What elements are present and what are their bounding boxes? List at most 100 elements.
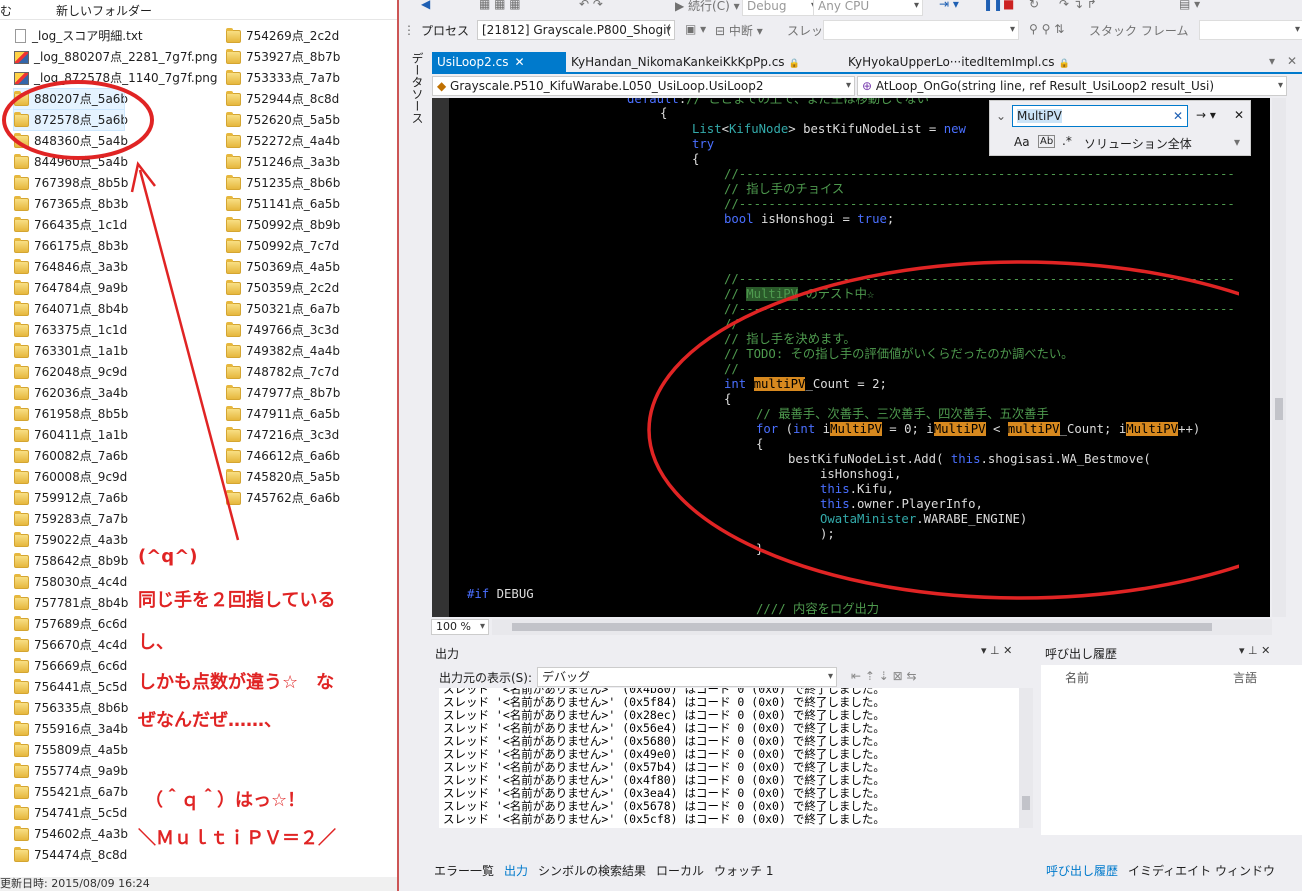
step-icon[interactable]: ⇥ ▾	[939, 0, 959, 11]
process-label: プロセス	[421, 24, 470, 38]
class-icon: ◆	[437, 79, 451, 93]
folder-icon	[14, 783, 29, 799]
close-icon[interactable]: ✕	[1287, 54, 1297, 68]
annotation-line: (^q^)	[138, 546, 198, 567]
new-folder-button[interactable]: 新しいフォルダー	[56, 2, 152, 19]
bottom-tab[interactable]: 呼び出し履歴	[1046, 862, 1118, 879]
suspend-button[interactable]: ⊟ 中断 ▾	[715, 22, 763, 39]
item-name: 754602点_4a3b	[34, 827, 129, 841]
platform-combo[interactable]: Any CPU	[813, 0, 923, 16]
code-editor[interactable]: default:// ここまでの上で、まだ王は移動してない { List<Kif…	[449, 98, 1270, 617]
lifecycle-icon[interactable]: ▣ ▾	[685, 22, 706, 36]
code-line: #if DEBUG	[467, 587, 534, 601]
stack-frame-combo[interactable]	[1199, 20, 1302, 40]
thread-combo[interactable]	[823, 20, 1019, 40]
namespace-label: Grayscale.P510_KifuWarabe.L050_UsiLoop.U…	[450, 79, 764, 93]
bottom-tab[interactable]: イミディエイト ウィンドウ	[1128, 862, 1275, 879]
scroll-thumb[interactable]	[1022, 796, 1030, 810]
close-icon[interactable]: ✕	[1234, 108, 1244, 122]
tab-underline	[432, 72, 1302, 74]
code-line: default:// ここまでの上で、まだ王は移動してない	[627, 98, 929, 106]
find-next-icon[interactable]: → ▾	[1196, 108, 1216, 122]
file-item[interactable]: _log_スコア明細.txt	[12, 26, 143, 46]
tab-usiloop2[interactable]: UsiLoop2.cs ✕	[432, 52, 566, 72]
namespace-nav-combo[interactable]: ◆ Grayscale.P510_KifuWarabe.L050_UsiLoop…	[432, 76, 855, 96]
back-icon[interactable]: ◀	[421, 0, 430, 11]
whole-word-icon[interactable]: Ab	[1038, 135, 1056, 148]
red-circle-annotation	[2, 80, 154, 160]
tab-kyhandan[interactable]: KyHandan_NikomaKankeiKkKpPp.cs 🔒	[566, 52, 800, 72]
zoom-combo[interactable]: 100 %	[431, 619, 489, 635]
bottom-tab[interactable]: ローカル	[656, 862, 704, 879]
bottom-tab[interactable]: エラー一覧	[434, 862, 494, 879]
pin-icon[interactable]: 🔒	[1058, 59, 1069, 69]
output-scrollbar[interactable]	[1019, 688, 1033, 828]
red-arrow-line	[138, 169, 240, 541]
match-case-icon[interactable]: Aa	[1014, 135, 1030, 149]
folder-item[interactable]: 755421点_6a7b	[14, 782, 128, 802]
tab-dropdown-icon[interactable]: ▾	[1269, 54, 1275, 68]
folder-item[interactable]: 755809点_4a5b	[14, 740, 128, 760]
col-lang-header[interactable]: 言語	[1233, 669, 1257, 686]
find-scope[interactable]: ソリューション全体	[1084, 135, 1192, 152]
scroll-thumb[interactable]	[512, 623, 1212, 631]
step-over-icon[interactable]: ↷ ↴ ↱	[1059, 0, 1097, 11]
output-text[interactable]: スレッド '<名前がありません>' (0x4b80) はコード 0 (0x0) …	[439, 688, 1019, 828]
output-title: 出力	[435, 647, 460, 661]
member-nav-combo[interactable]: ⊕ AtLoop_OnGo(string line, ref Result_Us…	[857, 76, 1287, 96]
folder-item[interactable]: 755774点_9a9b	[14, 761, 128, 781]
pin-icon[interactable]: 🔒	[789, 59, 800, 69]
folder-item[interactable]: 756441点_5c5d	[14, 677, 127, 697]
thread-filter-icon[interactable]: ⚲ ⚲ ⇅	[1029, 22, 1064, 36]
regex-icon[interactable]: .*	[1062, 134, 1072, 148]
folder-icon	[14, 825, 29, 841]
folder-item[interactable]: 756670点_4c4d	[14, 635, 127, 655]
item-name: 756335点_8b6b	[34, 701, 129, 715]
panel-options-icon[interactable]: ▾ ⊥ ✕	[981, 644, 1012, 657]
restart-icon[interactable]: ↻	[1029, 0, 1039, 11]
bottom-tab[interactable]: ウォッチ 1	[714, 862, 773, 879]
output-source-combo[interactable]: デバッグ	[537, 667, 837, 687]
pause-icon[interactable]: ❚❚	[983, 0, 1003, 11]
vertical-scrollbar[interactable]	[1272, 98, 1286, 617]
panel-options-icon[interactable]: ▾ ⊥ ✕	[1239, 644, 1270, 657]
folder-item[interactable]: 754602点_4a3b	[14, 824, 128, 844]
folder-item[interactable]: 754269点_2c2d	[226, 26, 339, 46]
find-input[interactable]: MultiPV ✕	[1012, 105, 1188, 127]
bottom-tab[interactable]: 出力	[504, 862, 528, 879]
continue-button[interactable]: ▶ 続行(C) ▾	[675, 0, 740, 14]
folder-item[interactable]: 756669点_6c6d	[14, 656, 127, 676]
clear-icon[interactable]: ✕	[1173, 106, 1183, 126]
col-name-header[interactable]: 名前	[1065, 669, 1089, 686]
config-combo[interactable]: Debug	[742, 0, 820, 16]
code-line: {	[692, 152, 700, 166]
output-toolbar-icons[interactable]: ⇤ ⇡ ⇣ ⊠ ⇆	[851, 669, 917, 683]
expand-icon[interactable]: ⌄	[996, 109, 1006, 123]
data-sources-side-tab[interactable]: データソース	[402, 50, 426, 130]
bottom-tab[interactable]: シンボルの検索結果	[538, 862, 646, 879]
editor-margin	[432, 98, 450, 617]
tab-label: KyHandan_NikomaKankeiKkKpPp.cs	[571, 55, 785, 69]
horizontal-scrollbar[interactable]	[492, 619, 1272, 635]
chevron-down-icon[interactable]: ▾	[1234, 135, 1240, 149]
folder-item[interactable]: 756335点_8b6b	[14, 698, 128, 718]
code-line: List<KifuNode> bestKifuNodeList = new	[692, 122, 966, 136]
stack-frame-label: スタック フレーム	[1089, 24, 1189, 38]
undo-icon[interactable]: ↶ ↷	[579, 0, 603, 11]
item-name: 755421点_6a7b	[34, 785, 129, 799]
call-stack-list[interactable]: 名前 言語	[1041, 665, 1302, 835]
stop-icon[interactable]: ■	[1003, 0, 1014, 11]
scroll-thumb[interactable]	[1275, 398, 1283, 420]
folder-item[interactable]: 755916点_3a4b	[14, 719, 128, 739]
process-combo[interactable]: [21812] Grayscale.P800_Shogi(	[477, 20, 675, 40]
folder-item[interactable]: 754474点_8c8d	[14, 845, 127, 865]
tab-kyhyoka[interactable]: KyHyokaUpperLo···itedItemImpl.cs 🔒	[843, 52, 1083, 72]
code-line: bool isHonshogi = true;	[724, 212, 895, 226]
annotation-line: しかも点数が違う☆ な	[138, 672, 335, 693]
hex-icon[interactable]: ▤ ▾	[1179, 0, 1200, 11]
close-icon[interactable]: ✕	[514, 55, 524, 69]
continue-label: 続行(C)	[688, 0, 730, 13]
folder-item[interactable]: 754741点_5c5d	[14, 803, 127, 823]
toolbar-cut-label[interactable]: む	[0, 2, 12, 19]
save-icon[interactable]: ▦ ▦ ▦	[479, 0, 521, 11]
